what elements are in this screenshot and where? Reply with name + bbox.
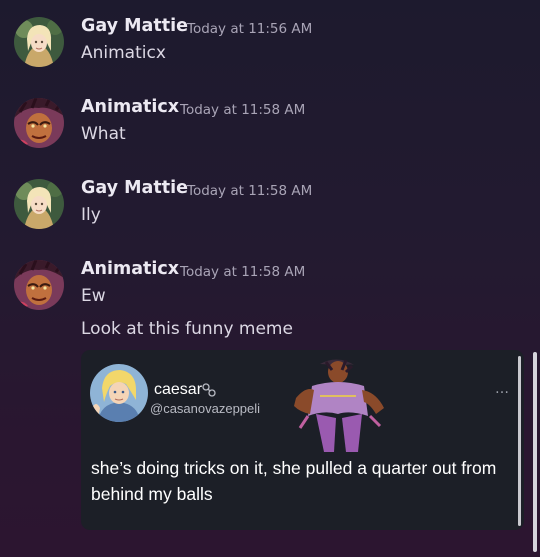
avatar-image — [14, 98, 64, 148]
more-options-icon[interactable]: … — [495, 381, 509, 397]
timestamp: Today at 11:58 AM — [180, 102, 306, 118]
username[interactable]: Animaticx — [81, 97, 179, 117]
character-sticker-image — [294, 359, 384, 452]
username[interactable]: Gay Mattie — [81, 16, 188, 36]
username[interactable]: Gay Mattie — [81, 178, 188, 198]
avatar-gay-mattie[interactable] — [14, 17, 64, 67]
tweet-text: she’s doing tricks on it, she pulled a q… — [91, 458, 497, 504]
avatar-animaticx[interactable] — [14, 260, 64, 310]
timestamp: Today at 11:58 AM — [187, 183, 313, 199]
timestamp: Today at 11:58 AM — [180, 264, 306, 280]
avatar-image — [14, 17, 64, 67]
avatar-image — [14, 179, 64, 229]
message-text: Look at this funny meme — [81, 319, 293, 339]
tweet-display-name[interactable]: caesar — [154, 381, 202, 399]
message-text: Ew — [81, 286, 106, 306]
message-text: Ily — [81, 205, 101, 225]
avatar-gay-mattie[interactable] — [14, 179, 64, 229]
tweet-handle[interactable]: @casanovazeppeli — [150, 401, 260, 416]
tweet-avatar[interactable] — [90, 364, 148, 422]
avatar-animaticx[interactable] — [14, 98, 64, 148]
link-icon — [202, 383, 216, 397]
timestamp: Today at 11:56 AM — [187, 21, 313, 37]
tweet-avatar-image — [90, 364, 148, 422]
message-text: What — [81, 124, 126, 144]
embed-scrollbar[interactable] — [518, 356, 521, 526]
username[interactable]: Animaticx — [81, 259, 179, 279]
message-text: Animaticx — [81, 43, 166, 63]
chat-scrollbar[interactable] — [533, 352, 537, 552]
avatar-image — [14, 260, 64, 310]
